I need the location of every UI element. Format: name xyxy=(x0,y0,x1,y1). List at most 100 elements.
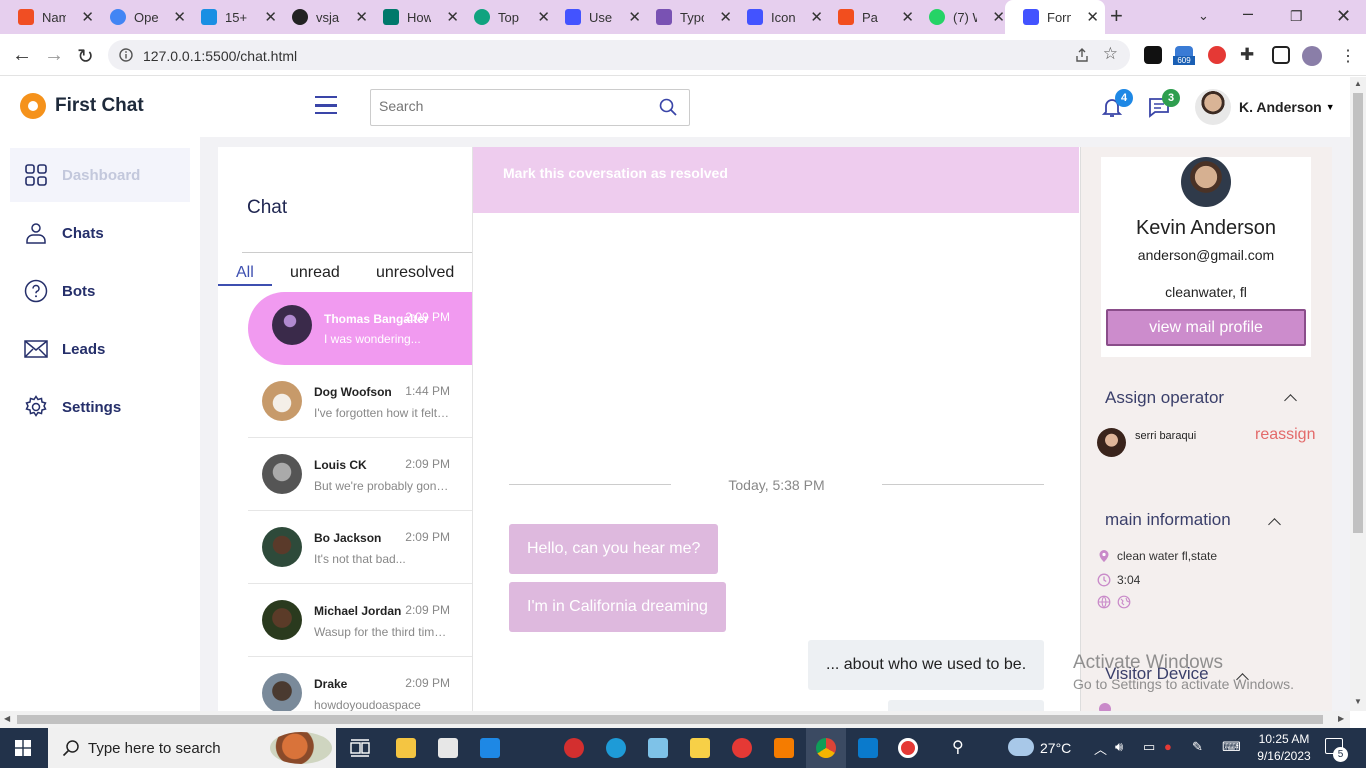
extension-icon[interactable] xyxy=(1208,46,1226,64)
tab-all[interactable]: All xyxy=(236,264,254,282)
scroll-left-icon[interactable]: ◀ xyxy=(4,714,10,723)
pen-icon[interactable]: ✎ xyxy=(1192,739,1203,755)
search-icon[interactable] xyxy=(659,98,677,116)
chevron-up-icon[interactable] xyxy=(1268,518,1281,531)
info-row-address: clean water fl,state xyxy=(1097,549,1217,563)
browser-tab[interactable]: How ✕ xyxy=(365,0,465,34)
reload-icon[interactable]: ↻ xyxy=(77,44,94,69)
minimize-icon[interactable]: – xyxy=(1243,3,1253,24)
site-info-icon[interactable] xyxy=(119,48,133,62)
sticky-notes-icon[interactable] xyxy=(690,738,710,758)
reassign-link[interactable]: reassign xyxy=(1255,426,1315,444)
app-icon[interactable] xyxy=(564,738,584,758)
resolve-label[interactable]: Mark this coversation as resolved xyxy=(503,165,728,181)
browser-tab[interactable]: (7) W ✕ xyxy=(911,0,1011,34)
search-box[interactable] xyxy=(370,89,690,126)
sidebar-item-dashboard[interactable]: Dashboard xyxy=(10,148,190,202)
edge-icon[interactable] xyxy=(606,738,626,758)
app-icon[interactable] xyxy=(648,738,668,758)
chat-list-item[interactable]: Michael Jordan 2:09 PM Wasup for the thi… xyxy=(248,584,472,657)
tab-search-icon[interactable]: ⌄ xyxy=(1198,8,1209,24)
extension-badge-icon[interactable]: 609 xyxy=(1173,46,1195,65)
user-menu[interactable]: K. Anderson ▼ xyxy=(1195,89,1335,125)
side-panel-icon[interactable] xyxy=(1272,46,1290,64)
task-view-icon[interactable] xyxy=(350,739,370,757)
sidebar-item-label: Leads xyxy=(62,340,106,358)
search-input[interactable] xyxy=(379,98,649,114)
volume-icon[interactable]: 🔊︎ xyxy=(1115,739,1123,755)
chat-list-item[interactable]: Dog Woofson 1:44 PM I've forgotten how i… xyxy=(248,365,472,438)
close-tab-icon[interactable]: ✕ xyxy=(992,8,1005,26)
sidebar-item-chats[interactable]: Chats xyxy=(10,206,190,260)
tray-chevron-icon[interactable]: ︿ xyxy=(1094,739,1107,758)
messages-button[interactable]: 3 xyxy=(1147,89,1180,119)
share-icon[interactable] xyxy=(1074,47,1090,63)
browser-tab[interactable]: Nam ✕ xyxy=(0,0,100,34)
sidebar-item-bots[interactable]: Bots xyxy=(10,264,190,318)
scroll-up-icon[interactable]: ▲ xyxy=(1354,79,1362,88)
chat-list-item[interactable]: Drake 2:09 PM howdoyoudoaspace xyxy=(248,657,472,711)
address-bar[interactable]: 127.0.0.1:5500/chat.html ☆ xyxy=(108,40,1130,70)
tab-unresolved[interactable]: unresolved xyxy=(376,264,454,282)
extensions-puzzle-icon[interactable]: ✚ xyxy=(1240,45,1254,65)
new-tab-icon[interactable]: + xyxy=(1110,3,1123,29)
app-logo[interactable]: First Chat xyxy=(20,93,144,119)
record-icon[interactable] xyxy=(898,738,918,758)
browser-tab[interactable]: Icons✕ xyxy=(729,0,829,34)
tab-title: How xyxy=(407,9,431,25)
windows-start-icon[interactable] xyxy=(15,740,31,756)
browser-menu-icon[interactable]: ⋮ xyxy=(1340,46,1356,66)
back-icon[interactable]: ← xyxy=(12,44,32,67)
tray-app-icon[interactable]: ● xyxy=(1164,739,1172,754)
vscode-icon[interactable] xyxy=(858,738,878,758)
bookmark-star-icon[interactable]: ☆ xyxy=(1103,44,1118,64)
sidebar-item-leads[interactable]: Leads xyxy=(10,322,190,376)
browser-tab[interactable]: vsjak✕ xyxy=(274,0,374,34)
horizontal-scrollbar[interactable]: ◀ ▶ xyxy=(0,711,1350,728)
clock-time[interactable]: 10:25 AM xyxy=(1254,732,1314,746)
resolve-banner[interactable]: Mark this coversation as resolved xyxy=(473,147,1079,213)
scrollbar-thumb[interactable] xyxy=(1353,93,1363,533)
file-explorer-icon[interactable] xyxy=(396,738,416,758)
scroll-right-icon[interactable]: ▶ xyxy=(1338,714,1344,723)
chat-list-item[interactable]: Louis CK 2:09 PM But we're probably gonn… xyxy=(248,438,472,511)
mail-app-icon[interactable] xyxy=(480,738,500,758)
clock-date[interactable]: 9/16/2023 xyxy=(1254,749,1314,763)
info-row-time: 3:04 xyxy=(1097,573,1140,587)
people-icon[interactable]: ⚲ xyxy=(952,737,964,757)
maximize-icon[interactable]: ❐ xyxy=(1290,8,1303,25)
chevron-up-icon[interactable] xyxy=(1284,394,1297,407)
browser-tab[interactable]: Users✕ xyxy=(547,0,647,34)
chat-list-item[interactable]: Bo Jackson 2:09 PM It's not that bad... xyxy=(248,511,472,584)
vertical-scrollbar[interactable]: ▲ ▼ xyxy=(1350,77,1366,711)
scroll-down-icon[interactable]: ▼ xyxy=(1354,697,1362,706)
chrome-taskbar-button[interactable] xyxy=(806,728,846,768)
opera-icon[interactable] xyxy=(732,738,752,758)
hamburger-menu-icon[interactable] xyxy=(315,96,337,114)
chat-list-item[interactable]: Thomas Bangalter 2:09 PM I was wondering… xyxy=(248,292,472,365)
tab-unread[interactable]: unread xyxy=(290,264,340,282)
browser-tab[interactable]: Pa ✕ xyxy=(820,0,920,34)
scrollbar-thumb[interactable] xyxy=(17,715,1323,724)
sidebar-item-settings[interactable]: Settings xyxy=(10,380,190,434)
notifications-button[interactable]: 4 xyxy=(1100,89,1133,119)
battery-icon[interactable]: ▭ xyxy=(1143,739,1155,755)
weather-icon[interactable] xyxy=(1008,738,1034,756)
close-window-icon[interactable]: ✕ xyxy=(1336,6,1351,27)
app-icon[interactable] xyxy=(774,738,794,758)
temperature-text[interactable]: 27°C xyxy=(1040,740,1071,756)
browser-tab[interactable]: Typo✕ xyxy=(638,0,738,34)
keyboard-icon[interactable]: ⌨ xyxy=(1222,739,1241,755)
browser-tab-active[interactable]: Form ✕ xyxy=(1005,0,1105,34)
browser-tab[interactable]: 15+ ✕ xyxy=(183,0,283,34)
browser-tab[interactable]: Top C✕ xyxy=(456,0,556,34)
taskbar-search[interactable]: Type here to search xyxy=(48,728,336,768)
view-mail-profile-button[interactable]: view mail profile xyxy=(1106,309,1306,346)
forward-icon[interactable]: → xyxy=(44,44,64,67)
browser-tab[interactable]: Oper✕ xyxy=(92,0,192,34)
close-tab-icon[interactable]: ✕ xyxy=(1086,8,1099,26)
profile-avatar-icon[interactable] xyxy=(1302,46,1322,66)
microsoft-store-icon[interactable] xyxy=(438,738,458,758)
url-text[interactable]: 127.0.0.1:5500/chat.html xyxy=(143,48,297,64)
extension-icon[interactable] xyxy=(1144,46,1162,64)
